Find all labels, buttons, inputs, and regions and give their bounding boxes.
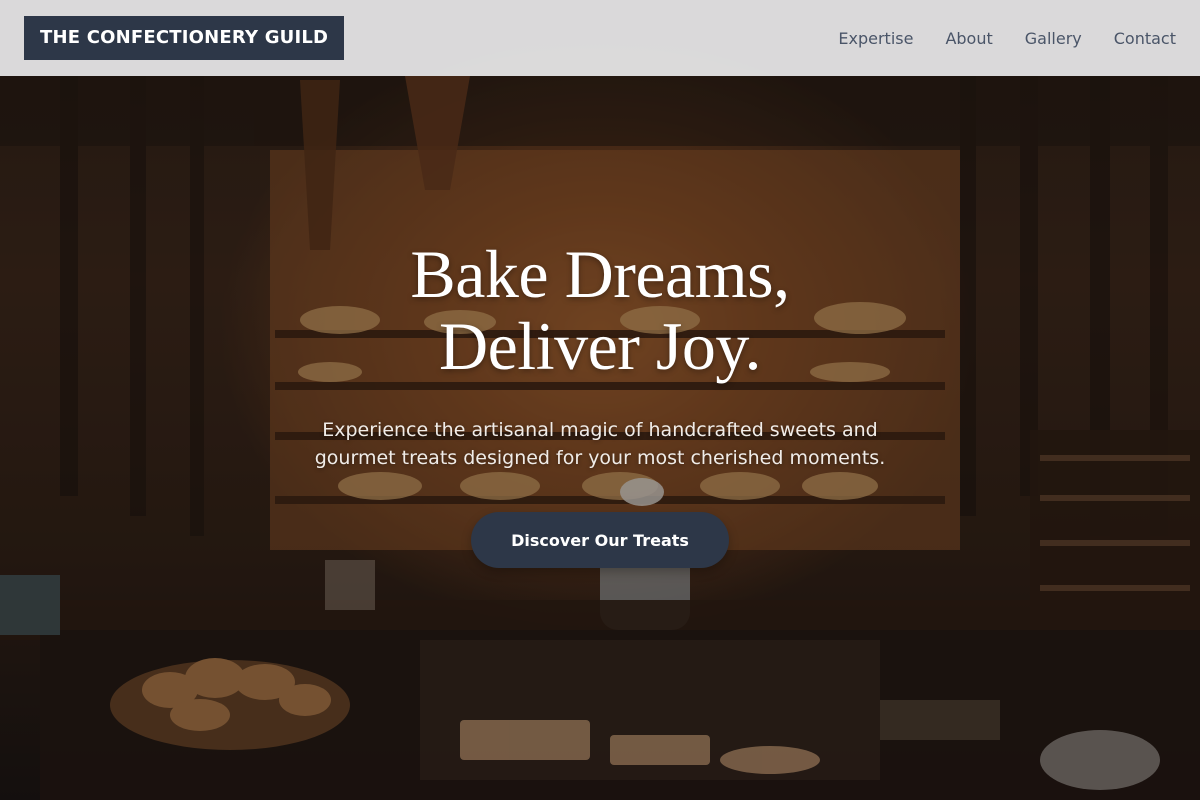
hero-section: Bake Dreams, Deliver Joy. Experience the… — [0, 238, 1200, 568]
main-navigation: Expertise About Gallery Contact — [838, 0, 1176, 76]
site-header: THE CONFECTIONERY GUILD Expertise About … — [0, 0, 1200, 76]
hero-title: Bake Dreams, Deliver Joy. — [0, 238, 1200, 382]
hero-subtitle-line-2: gourmet treats designed for your most ch… — [314, 447, 886, 469]
hero-title-line-1: Bake Dreams, — [410, 236, 790, 312]
nav-link-about[interactable]: About — [945, 29, 992, 48]
nav-link-gallery[interactable]: Gallery — [1025, 29, 1082, 48]
hero-title-line-2: Deliver Joy. — [439, 308, 761, 384]
hero-subtitle: Experience the artisanal magic of handcr… — [280, 416, 920, 472]
nav-link-contact[interactable]: Contact — [1114, 29, 1176, 48]
discover-treats-button[interactable]: Discover Our Treats — [471, 512, 729, 568]
hero-subtitle-line-1: Experience the artisanal magic of handcr… — [322, 419, 878, 441]
nav-link-expertise[interactable]: Expertise — [838, 29, 913, 48]
site-logo[interactable]: THE CONFECTIONERY GUILD — [24, 16, 345, 60]
